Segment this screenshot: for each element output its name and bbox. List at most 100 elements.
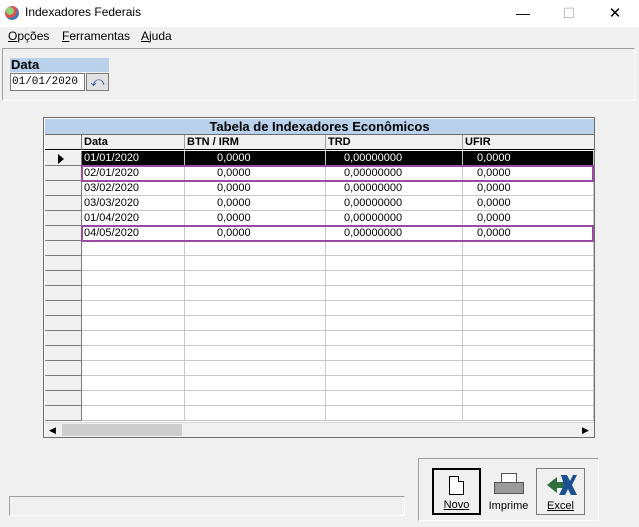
table-cell[interactable] — [326, 256, 463, 271]
table-cell[interactable] — [326, 391, 463, 406]
table-cell[interactable] — [185, 346, 326, 361]
empty-row[interactable] — [45, 301, 594, 316]
empty-row[interactable] — [45, 376, 594, 391]
table-cell[interactable] — [82, 346, 185, 361]
row-indicator[interactable] — [45, 166, 82, 181]
table-cell[interactable]: 0,0000 — [185, 151, 326, 166]
table-cell[interactable] — [326, 406, 463, 421]
maximize-button[interactable]: ☐ — [546, 0, 592, 27]
row-indicator[interactable] — [45, 361, 82, 376]
table-cell[interactable] — [463, 406, 594, 421]
table-cell[interactable] — [82, 406, 185, 421]
table-cell[interactable] — [82, 361, 185, 376]
table-cell[interactable] — [463, 286, 594, 301]
table-cell[interactable]: 0,0000 — [185, 196, 326, 211]
table-cell[interactable] — [326, 301, 463, 316]
scroll-left-icon[interactable]: ◀ — [45, 423, 60, 437]
table-cell[interactable]: 0,0000 — [185, 211, 326, 226]
row-indicator[interactable] — [45, 226, 82, 241]
empty-row[interactable] — [45, 361, 594, 376]
table-cell[interactable] — [326, 286, 463, 301]
table-cell[interactable] — [82, 256, 185, 271]
table-cell[interactable]: 0,00000000 — [326, 211, 463, 226]
table-cell[interactable] — [185, 301, 326, 316]
table-row[interactable]: 03/03/2020 0,0000 0,00000000 0,0000 — [45, 196, 594, 211]
table-cell[interactable]: 03/02/2020 — [82, 181, 185, 196]
table-cell[interactable]: 03/03/2020 — [82, 196, 185, 211]
empty-row[interactable] — [45, 391, 594, 406]
table-cell[interactable] — [463, 301, 594, 316]
table-cell[interactable] — [82, 271, 185, 286]
table-cell[interactable] — [463, 316, 594, 331]
table-cell[interactable] — [463, 331, 594, 346]
table-cell[interactable] — [326, 271, 463, 286]
empty-row[interactable] — [45, 271, 594, 286]
row-indicator[interactable] — [45, 376, 82, 391]
table-cell[interactable]: 01/04/2020 — [82, 211, 185, 226]
table-row[interactable]: 03/02/2020 0,0000 0,00000000 0,0000 — [45, 181, 594, 196]
table-cell[interactable]: 0,00000000 — [326, 196, 463, 211]
table-cell[interactable]: 0,00000000 — [326, 151, 463, 166]
table-row[interactable]: 01/04/2020 0,0000 0,00000000 0,0000 — [45, 211, 594, 226]
undo-button[interactable]: ⤺ — [86, 73, 109, 91]
novo-button[interactable]: Novo — [432, 468, 481, 515]
table-cell[interactable] — [326, 241, 463, 256]
table-cell[interactable] — [82, 286, 185, 301]
menu-opcoes[interactable]: Opções — [8, 29, 49, 43]
table-cell[interactable] — [463, 271, 594, 286]
row-indicator[interactable] — [45, 391, 82, 406]
table-cell[interactable] — [463, 361, 594, 376]
table-cell[interactable]: 01/01/2020 — [82, 151, 185, 166]
scroll-thumb[interactable] — [62, 424, 182, 436]
row-indicator[interactable] — [45, 346, 82, 361]
table-cell[interactable] — [185, 271, 326, 286]
empty-row[interactable] — [45, 346, 594, 361]
row-indicator[interactable] — [45, 271, 82, 286]
empty-row[interactable] — [45, 286, 594, 301]
menu-ajuda[interactable]: Ajuda — [141, 29, 172, 43]
empty-row[interactable] — [45, 316, 594, 331]
minimize-button[interactable]: — — [500, 0, 546, 27]
empty-row[interactable] — [45, 406, 594, 421]
table-cell[interactable] — [82, 331, 185, 346]
date-input[interactable]: 01/01/2020 — [10, 73, 85, 91]
close-button[interactable]: ✕ — [592, 0, 638, 27]
row-indicator[interactable] — [45, 406, 82, 421]
row-indicator[interactable] — [45, 256, 82, 271]
horizontal-scrollbar[interactable]: ◀ ▶ — [45, 422, 594, 437]
table-cell[interactable] — [463, 391, 594, 406]
indexadores-grid[interactable]: Tabela de Indexadores Econômicos Data BT… — [43, 117, 595, 438]
empty-row[interactable] — [45, 256, 594, 271]
table-cell[interactable] — [82, 301, 185, 316]
table-cell[interactable] — [82, 376, 185, 391]
row-indicator[interactable] — [45, 286, 82, 301]
table-row[interactable]: 01/01/2020 0,0000 0,00000000 0,0000 — [45, 151, 594, 166]
table-cell[interactable] — [463, 241, 594, 256]
table-cell[interactable] — [82, 241, 185, 256]
header-data[interactable]: Data — [82, 135, 185, 150]
table-cell[interactable] — [185, 361, 326, 376]
table-cell[interactable]: 0,00000000 — [326, 181, 463, 196]
row-indicator[interactable] — [45, 301, 82, 316]
table-cell[interactable] — [463, 376, 594, 391]
row-indicator[interactable] — [45, 331, 82, 346]
row-indicator[interactable] — [45, 181, 82, 196]
table-cell[interactable] — [326, 346, 463, 361]
table-cell[interactable] — [185, 316, 326, 331]
table-cell[interactable] — [82, 316, 185, 331]
empty-row[interactable] — [45, 331, 594, 346]
empty-row[interactable] — [45, 241, 594, 256]
table-cell[interactable]: 0,0000 — [463, 196, 594, 211]
table-cell[interactable] — [185, 286, 326, 301]
table-cell[interactable] — [326, 376, 463, 391]
imprime-button[interactable]: Imprime — [484, 468, 533, 515]
table-cell[interactable] — [82, 391, 185, 406]
table-cell[interactable] — [185, 331, 326, 346]
header-btn-irm[interactable]: BTN / IRM — [185, 135, 326, 150]
table-cell[interactable] — [185, 391, 326, 406]
table-cell[interactable] — [185, 376, 326, 391]
header-trd[interactable]: TRD — [326, 135, 463, 150]
table-cell[interactable]: 0,0000 — [463, 151, 594, 166]
scroll-right-icon[interactable]: ▶ — [578, 423, 593, 437]
table-cell[interactable] — [326, 331, 463, 346]
